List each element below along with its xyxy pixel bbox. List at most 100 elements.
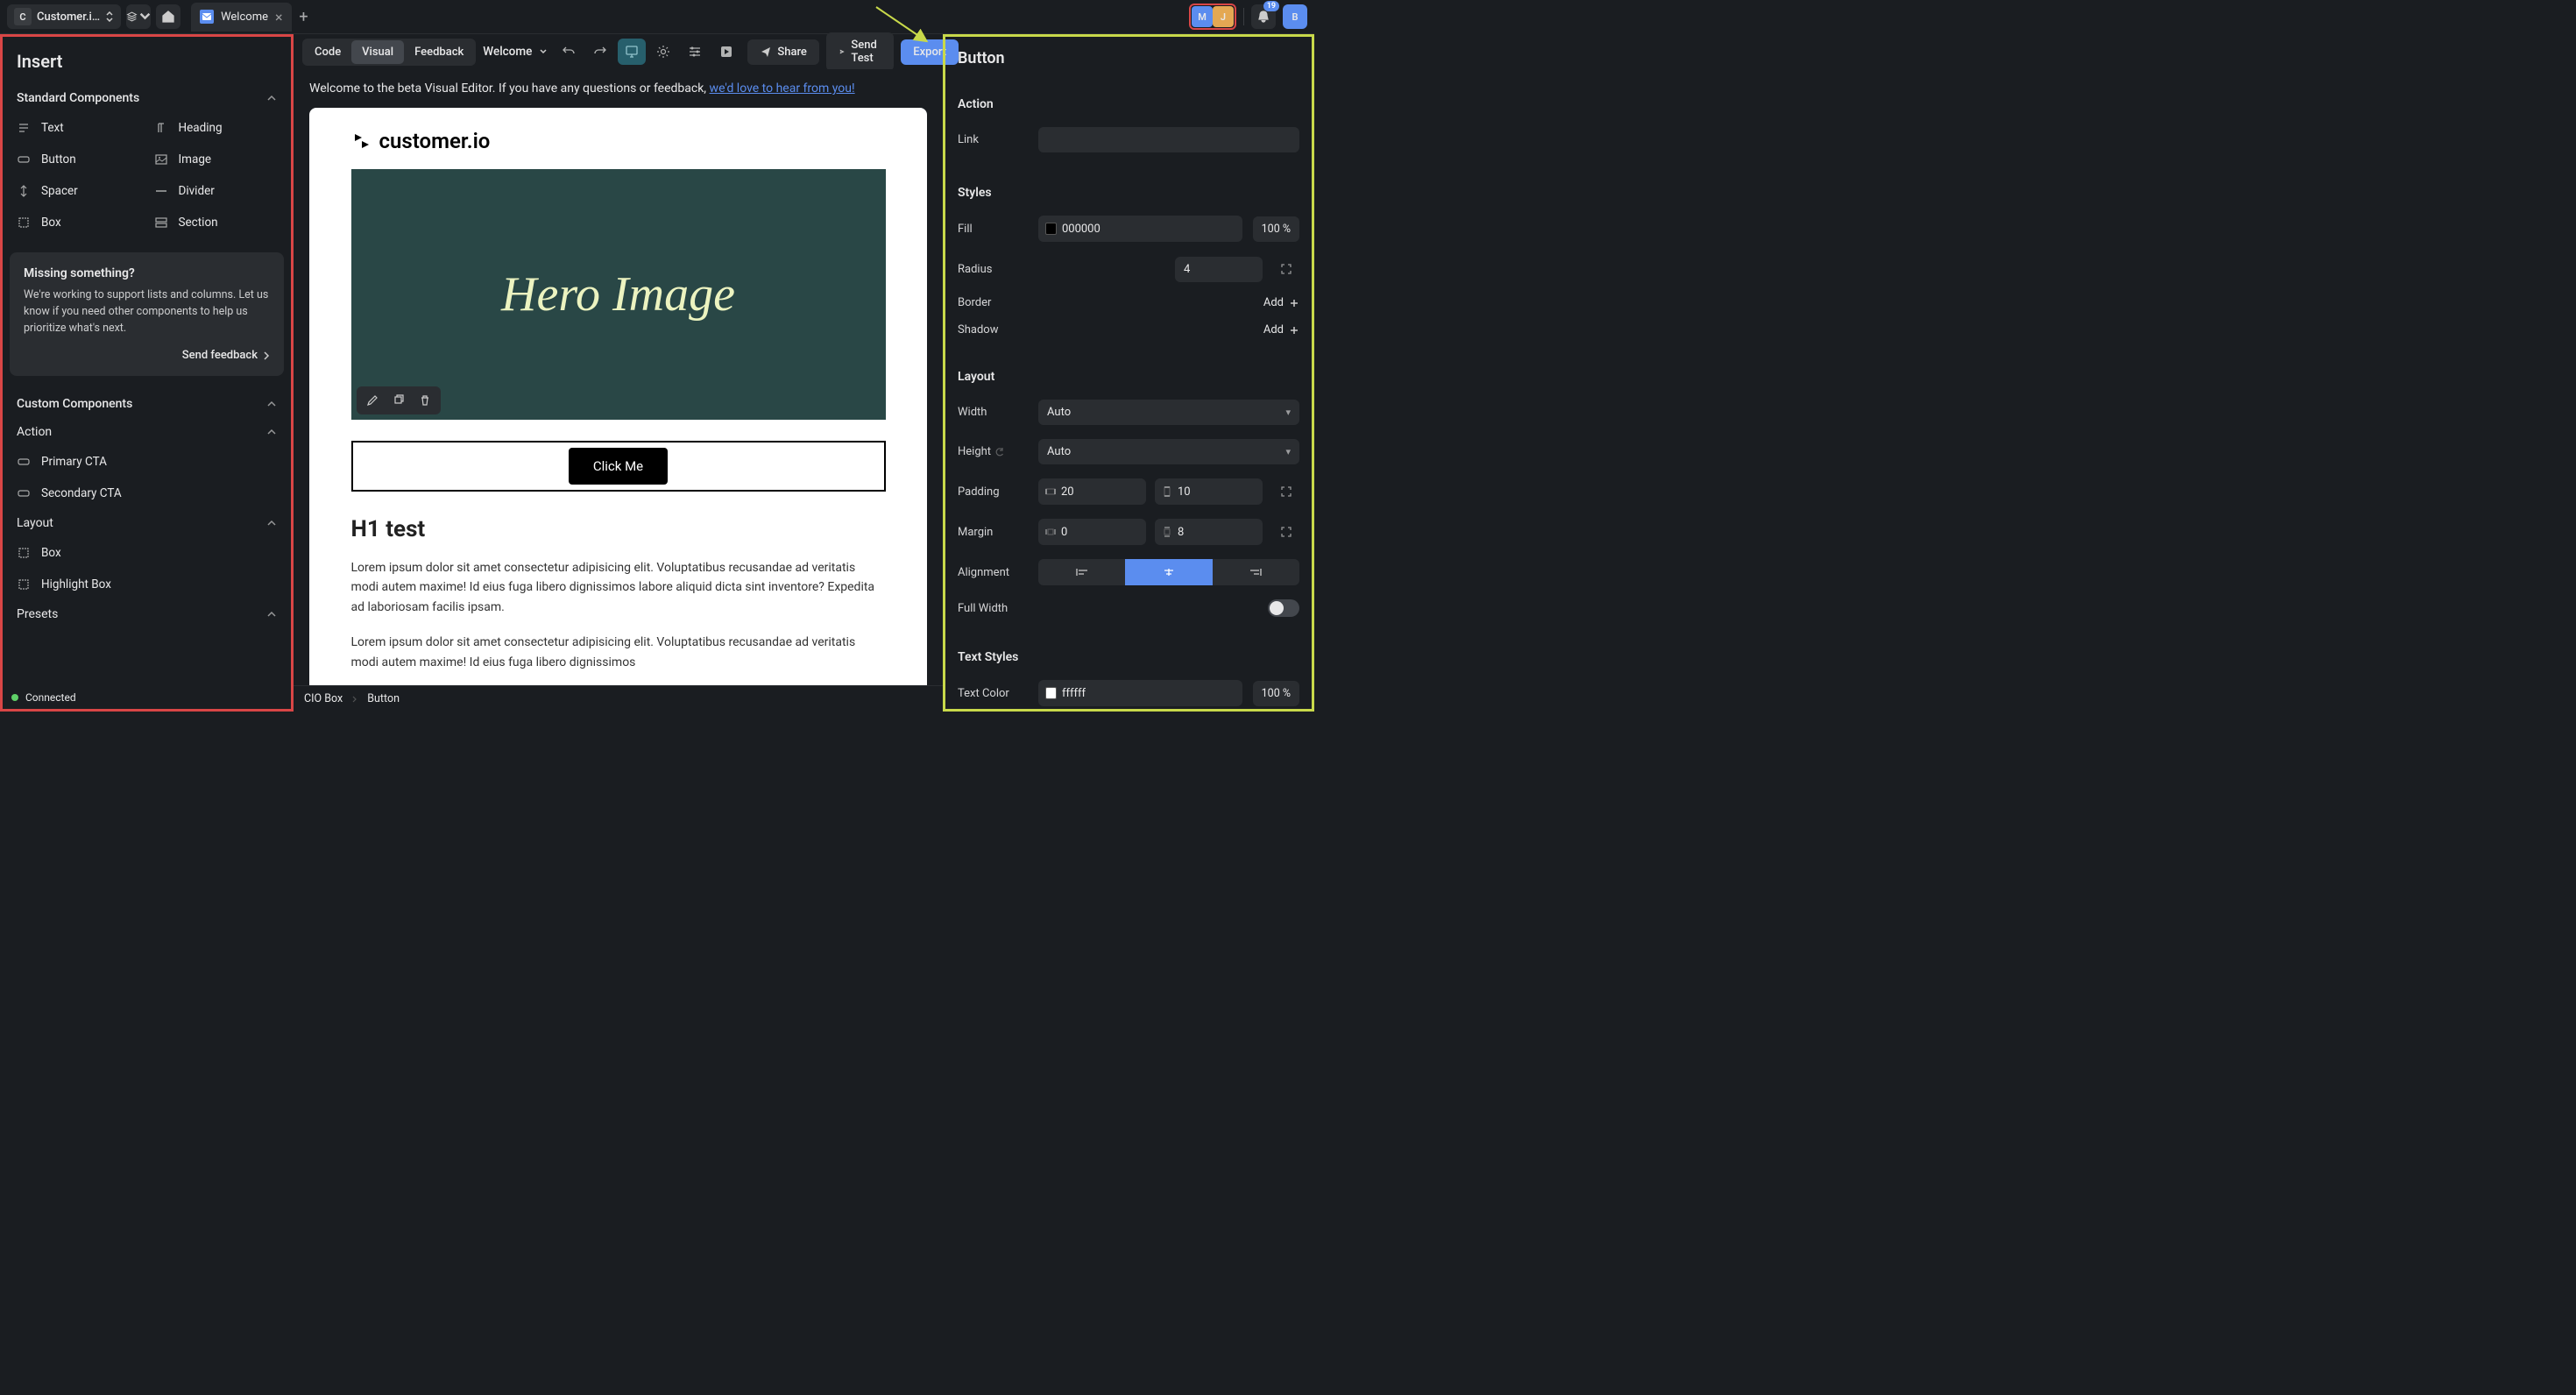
margin-h-input[interactable] <box>1038 519 1146 545</box>
corners-icon <box>1280 485 1292 498</box>
padding-h-input[interactable] <box>1038 478 1146 505</box>
mode-visual[interactable]: Visual <box>351 40 404 64</box>
fullwidth-label: Full Width <box>958 602 1008 615</box>
align-right-icon <box>1249 567 1263 577</box>
chevron-up-icon <box>266 427 277 437</box>
fill-opacity[interactable]: 100 % <box>1253 216 1299 242</box>
layers-icon <box>126 10 138 24</box>
new-tab-button[interactable]: + <box>294 6 315 27</box>
link-input[interactable] <box>1038 127 1299 152</box>
redo-button[interactable] <box>586 39 614 65</box>
pencil-icon <box>366 394 379 407</box>
undo-button[interactable] <box>555 39 583 65</box>
cta-container[interactable]: Click Me <box>351 441 886 492</box>
breadcrumb-item[interactable]: CIO Box <box>304 692 343 705</box>
send-feedback-link[interactable]: Send feedback <box>24 349 270 362</box>
section-presets[interactable]: Presets <box>10 600 284 628</box>
corners-icon <box>1280 263 1292 275</box>
width-label: Width <box>958 406 1028 419</box>
align-center-button[interactable] <box>1125 559 1212 585</box>
component-divider[interactable]: Divider <box>147 175 285 207</box>
body-paragraph[interactable]: Lorem ipsum dolor sit amet consectetur a… <box>351 633 886 672</box>
section-icon <box>154 216 168 230</box>
component-highlight-box[interactable]: Highlight Box <box>10 569 284 600</box>
component-image[interactable]: Image <box>147 144 285 175</box>
preview-button[interactable] <box>712 39 740 65</box>
section-action[interactable]: Action <box>10 418 284 446</box>
plus-icon <box>1289 298 1299 308</box>
user-avatar[interactable]: B <box>1283 4 1307 29</box>
cta-button[interactable]: Click Me <box>569 448 668 485</box>
hero-image[interactable]: Hero Image <box>351 169 886 420</box>
align-right-button[interactable] <box>1213 559 1299 585</box>
mail-icon <box>200 10 214 24</box>
section-standard-components[interactable]: Standard Components <box>10 84 284 112</box>
delete-button[interactable] <box>413 390 437 411</box>
width-select[interactable]: Auto▾ <box>1038 400 1299 425</box>
chevron-up-icon <box>266 518 277 528</box>
border-add-button[interactable]: Add <box>1263 296 1299 309</box>
props-title: Button <box>958 47 1299 85</box>
feedback-link[interactable]: we'd love to hear from you! <box>710 81 855 96</box>
component-box[interactable]: Box <box>10 207 147 238</box>
share-button[interactable]: Share <box>747 39 819 65</box>
padding-expand-button[interactable] <box>1273 478 1299 505</box>
collaborators[interactable]: M J <box>1189 4 1236 30</box>
close-icon[interactable]: × <box>275 9 283 25</box>
padding-v-icon <box>1162 486 1172 497</box>
component-button[interactable]: Button <box>10 144 147 175</box>
workspace-name: Customer.i… <box>37 11 100 24</box>
component-primary-cta[interactable]: Primary CTA <box>10 446 284 478</box>
notifications-button[interactable]: 19 <box>1251 4 1276 29</box>
shadow-add-button[interactable]: Add <box>1263 323 1299 336</box>
chevron-right-icon <box>263 351 270 360</box>
fill-input[interactable] <box>1038 216 1242 242</box>
reset-icon[interactable] <box>994 447 1005 457</box>
section-custom-components[interactable]: Custom Components <box>10 390 284 418</box>
tabset: Welcome × + <box>191 3 314 32</box>
margin-expand-button[interactable] <box>1273 519 1299 545</box>
home-button[interactable] <box>156 4 180 29</box>
component-secondary-cta[interactable]: Secondary CTA <box>10 478 284 509</box>
component-section[interactable]: Section <box>147 207 285 238</box>
layers-button[interactable] <box>126 4 151 29</box>
tab-welcome[interactable]: Welcome × <box>191 3 291 32</box>
body-paragraph[interactable]: Lorem ipsum dolor sit amet consectetur a… <box>351 558 886 617</box>
link-label: Link <box>958 133 1028 146</box>
fullwidth-toggle[interactable] <box>1268 599 1299 617</box>
component-spacer[interactable]: Spacer <box>10 175 147 207</box>
radius-expand-button[interactable] <box>1273 256 1299 282</box>
padding-v-input[interactable] <box>1155 478 1263 505</box>
send-test-button[interactable]: Send Test <box>826 32 894 71</box>
heading-h1[interactable]: H1 test <box>351 516 886 542</box>
margin-v-input[interactable] <box>1155 519 1263 545</box>
beta-banner: Welcome to the beta Visual Editor. If yo… <box>294 69 943 108</box>
alignment-label: Alignment <box>958 566 1028 579</box>
mode-feedback[interactable]: Feedback <box>404 40 474 64</box>
mode-code[interactable]: Code <box>304 40 351 64</box>
text-color-input[interactable] <box>1038 680 1242 706</box>
edit-button[interactable] <box>360 390 385 411</box>
workspace-switcher[interactable]: C Customer.i… <box>7 4 121 29</box>
workspace-initial: C <box>14 8 32 25</box>
settings-button[interactable] <box>649 39 677 65</box>
padding-h-icon <box>1045 486 1056 497</box>
info-card: Missing something? We're working to supp… <box>10 252 284 376</box>
text-color-opacity[interactable]: 100 % <box>1253 681 1299 706</box>
component-text[interactable]: Text <box>10 112 147 144</box>
viewport-button[interactable] <box>618 39 646 65</box>
radius-input[interactable] <box>1175 257 1263 282</box>
section-layout[interactable]: Layout <box>10 509 284 537</box>
height-select[interactable]: Auto▾ <box>1038 439 1299 464</box>
email-canvas[interactable]: customer.io Hero Image Click Me H1 test <box>309 108 927 685</box>
duplicate-button[interactable] <box>386 390 411 411</box>
border-label: Border <box>958 296 1028 309</box>
color-swatch-icon <box>1045 223 1057 235</box>
sliders-button[interactable] <box>681 39 709 65</box>
component-layout-box[interactable]: Box <box>10 537 284 569</box>
breadcrumb-item[interactable]: Button <box>367 692 400 705</box>
undo-icon <box>562 45 576 59</box>
component-heading[interactable]: Heading <box>147 112 285 144</box>
align-left-button[interactable] <box>1038 559 1125 585</box>
doc-title[interactable]: Welcome <box>483 45 548 59</box>
